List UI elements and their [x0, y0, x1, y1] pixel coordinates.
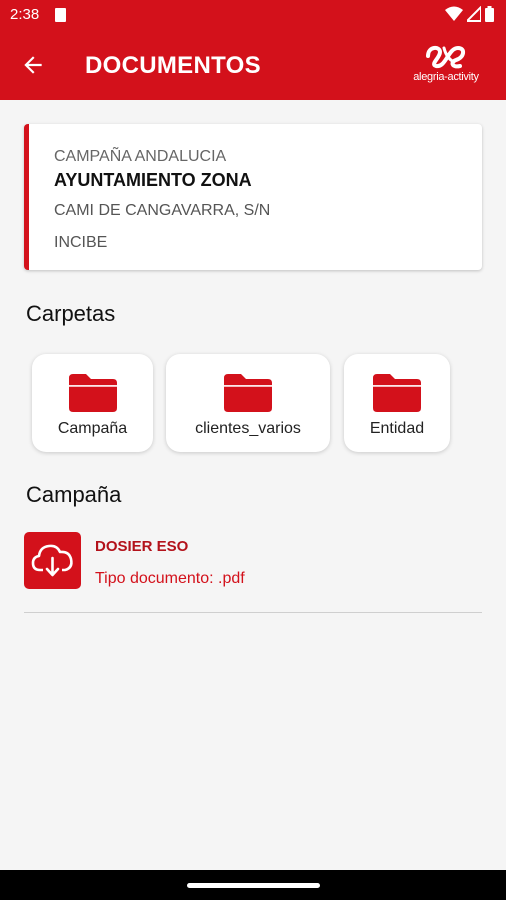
folder-icon — [373, 374, 421, 412]
status-time: 2:38 — [10, 6, 40, 23]
entity-address: CAMI DE CANGAVARRA, S/N — [54, 202, 271, 219]
document-type: Tipo documento: .pdf — [95, 570, 245, 587]
document-thumbnail — [24, 532, 81, 589]
brand-logo: alegria-activity — [406, 42, 486, 86]
logo-mark-icon — [426, 45, 465, 69]
status-icons — [445, 6, 494, 22]
page-title: DOCUMENTOS — [85, 52, 261, 79]
signal-icon — [467, 6, 481, 22]
sim-card-icon — [55, 8, 66, 22]
battery-icon — [485, 6, 494, 22]
folder-campana[interactable]: Campaña — [32, 354, 153, 452]
folder-clientes-varios[interactable]: clientes_varios — [166, 354, 330, 452]
entity-name: AYUNTAMIENTO ZONA — [54, 170, 252, 190]
documents-heading: Campaña — [26, 482, 122, 507]
cloud-download-icon — [31, 544, 73, 577]
divider — [24, 612, 482, 613]
document-title: DOSIER ESO — [95, 538, 189, 555]
status-bar: 2:38 — [0, 0, 506, 30]
folder-label: clientes_varios — [195, 420, 301, 437]
folder-entidad[interactable]: Entidad — [344, 354, 450, 452]
folders-heading: Carpetas — [26, 301, 116, 326]
folder-icon — [224, 374, 272, 412]
folder-icon — [68, 374, 117, 412]
app-bar: DOCUMENTOS alegria-activity — [0, 30, 506, 100]
home-gesture-handle[interactable] — [187, 883, 320, 888]
logo-text: alegria-activity — [413, 71, 479, 83]
campaign-info-card: CAMPAÑA ANDALUCIA AYUNTAMIENTO ZONA CAMI… — [24, 124, 482, 270]
organization-name: INCIBE — [54, 234, 108, 251]
arrow-back-icon[interactable] — [20, 52, 46, 78]
system-nav-bar — [0, 870, 506, 900]
folder-label: Campaña — [57, 420, 128, 437]
folder-label: Entidad — [369, 420, 425, 437]
campaign-name: CAMPAÑA ANDALUCIA — [54, 148, 227, 165]
wifi-icon — [445, 6, 463, 21]
document-item[interactable]: DOSIER ESO Tipo documento: .pdf — [24, 530, 482, 614]
